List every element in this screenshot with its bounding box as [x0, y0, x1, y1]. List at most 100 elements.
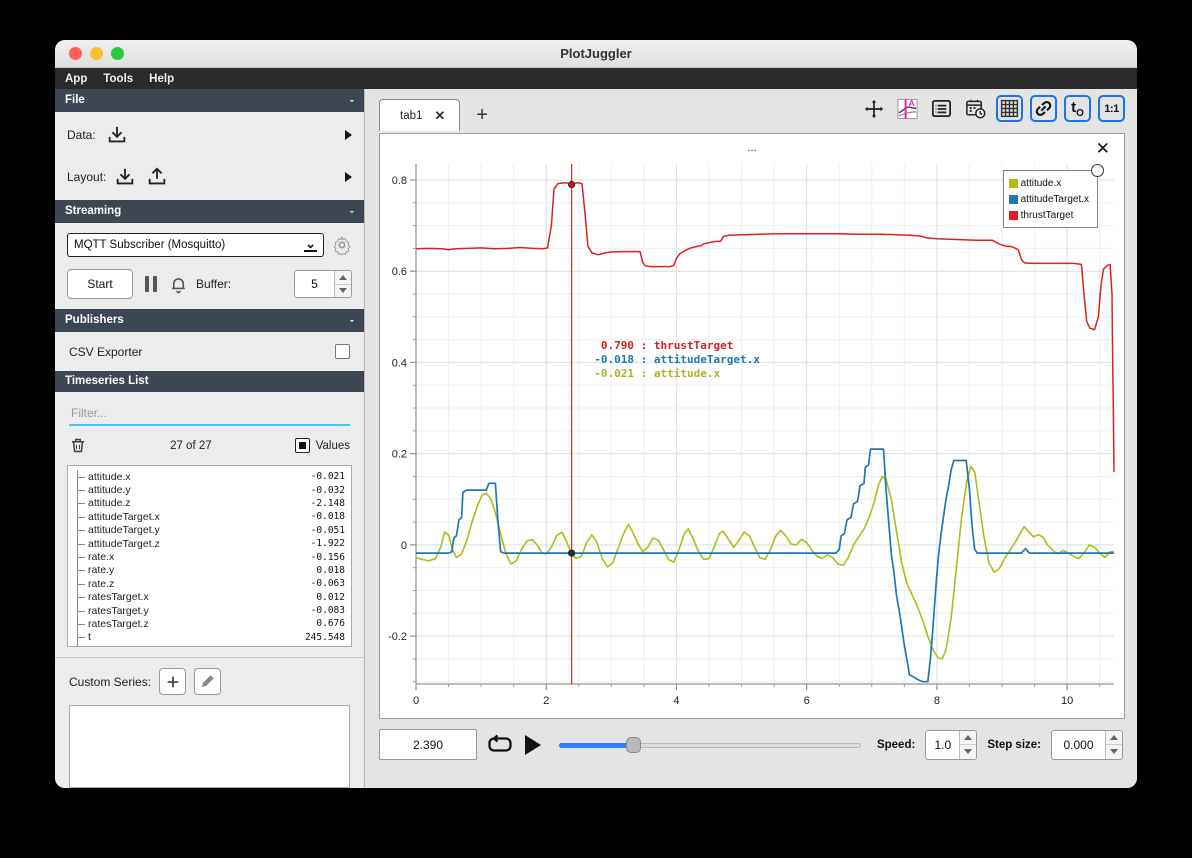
pause-icon[interactable] — [145, 276, 157, 292]
streaming-settings-gear-icon[interactable] — [332, 235, 352, 255]
plotjuggler-window: PlotJuggler App Tools Help File - Data: — [55, 40, 1137, 788]
series-value: -0.083 — [310, 605, 345, 617]
edit-curves-icon[interactable]: A — [894, 95, 921, 122]
menu-app[interactable]: App — [65, 73, 87, 85]
load-data-icon[interactable] — [106, 124, 128, 146]
timeseries-list[interactable]: attitude.x -0.021 attitude.y -0.032 attitude… — [67, 465, 352, 648]
add-tab-button[interactable]: + — [476, 104, 488, 127]
tab-tab1[interactable]: tab1 ✕ — [379, 99, 461, 131]
series-value: 0.676 — [316, 618, 345, 630]
list-view-icon[interactable] — [928, 95, 955, 122]
save-layout-icon[interactable] — [146, 166, 168, 188]
streaming-section-header[interactable]: Streaming - — [55, 200, 364, 223]
plot-close-icon[interactable]: ✕ — [1096, 140, 1110, 157]
collapse-icon[interactable]: - — [350, 313, 354, 327]
timeseries-row[interactable]: rate.x -0.156 — [72, 550, 345, 565]
plot-legend[interactable]: attitude.x attitudeTarget.x thrustTarget — [1002, 164, 1104, 228]
series-name: attitude.x — [88, 470, 131, 483]
series-value: -0.021 — [310, 471, 345, 483]
legend-entry[interactable]: attitudeTarget.x — [1008, 191, 1089, 207]
timeseries-row[interactable]: attitude.x -0.021 — [72, 470, 345, 484]
legend-entry[interactable]: thrustTarget — [1008, 207, 1089, 223]
filter-input[interactable] — [69, 402, 350, 424]
svg-text:0: 0 — [401, 540, 407, 552]
tree-connector — [72, 617, 88, 632]
title-bar: PlotJuggler — [55, 40, 1137, 68]
legend-swatch — [1008, 194, 1018, 204]
menu-help[interactable]: Help — [149, 73, 174, 85]
collapse-icon[interactable]: - — [350, 93, 354, 107]
tree-connector — [72, 603, 88, 618]
slider-knob[interactable] — [626, 736, 642, 753]
delete-series-trash-icon[interactable] — [69, 436, 87, 455]
tree-connector — [72, 550, 88, 565]
values-checkbox[interactable] — [294, 438, 310, 453]
values-label: Values — [315, 439, 351, 452]
loop-icon[interactable] — [487, 733, 513, 757]
close-window-button[interactable] — [69, 47, 82, 60]
plot-widget[interactable]: ... ✕ 0 2 4 6 8 10 0.8 0.6 0.4 0.2 0 -0.2 attitude.… — [379, 133, 1125, 719]
t0-time-offset-icon[interactable]: tO — [1064, 95, 1091, 122]
load-layout-icon[interactable] — [114, 166, 136, 188]
legend-entry[interactable]: attitude.x — [1008, 175, 1089, 191]
time-slider[interactable] — [559, 736, 861, 754]
step-up-button[interactable] — [1106, 730, 1122, 745]
buffer-up-button[interactable] — [335, 271, 351, 285]
streaming-source-select[interactable]: MQTT Subscriber (Mosquitto) ⌄ — [67, 233, 324, 257]
notifications-bell-icon[interactable] — [169, 275, 188, 294]
timeseries-row[interactable]: t 245.548 — [72, 630, 345, 645]
legend-handle-icon[interactable] — [1091, 164, 1104, 177]
timeseries-row[interactable]: attitudeTarget.z -1.922 — [72, 536, 345, 551]
file-section-header[interactable]: File - — [55, 89, 364, 112]
timeseries-row[interactable]: ratesTarget.z 0.676 — [72, 617, 345, 632]
timeseries-row[interactable]: rate.z -0.063 — [72, 577, 345, 591]
chart-canvas[interactable]: 0 2 4 6 8 10 0.8 0.6 0.4 0.2 0 -0.2 — [384, 156, 1120, 714]
maximize-window-button[interactable] — [111, 47, 124, 60]
timeseries-row[interactable]: ratesTarget.x 0.012 — [72, 590, 345, 605]
timeseries-row[interactable]: ratesTarget.y -0.083 — [72, 603, 345, 618]
step-down-button[interactable] — [1106, 745, 1122, 759]
tab-close-icon[interactable]: ✕ — [434, 108, 445, 124]
traffic-lights — [69, 47, 124, 60]
timeseries-row[interactable]: attitude.z -2.148 — [72, 496, 345, 511]
series-value: 245.548 — [304, 631, 345, 643]
grid-layout-icon[interactable] — [996, 95, 1023, 122]
link-ranges-icon[interactable] — [1030, 95, 1057, 122]
menu-tools[interactable]: Tools — [103, 73, 133, 85]
play-button[interactable] — [525, 734, 541, 755]
series-name: attitude.y — [88, 484, 131, 497]
datetime-icon[interactable] — [962, 95, 989, 122]
screen: PlotJuggler App Tools Help File - Data: — [0, 0, 1192, 858]
tree-connector — [72, 496, 88, 511]
timeseries-row[interactable]: attitudeTarget.y -0.051 — [72, 523, 345, 538]
speed-down-button[interactable] — [960, 745, 977, 759]
publishers-section-header[interactable]: Publishers - — [55, 309, 364, 332]
custom-series-listbox[interactable] — [69, 705, 350, 788]
svg-text:8: 8 — [934, 695, 940, 707]
speed-up-button[interactable] — [960, 730, 977, 745]
layout-menu-arrow-icon[interactable] — [345, 172, 352, 182]
edit-custom-series-button[interactable] — [194, 668, 222, 696]
timeseries-row[interactable]: attitudeTarget.x -0.018 — [72, 510, 345, 524]
buffer-spinbox[interactable]: 5 — [294, 270, 352, 298]
add-custom-series-button[interactable] — [159, 668, 187, 696]
speed-spinbox[interactable]: 1.0 — [925, 729, 978, 760]
timeseries-row[interactable]: thrustTarget 0.79 — [72, 644, 345, 647]
timeseries-row[interactable]: rate.y 0.018 — [72, 563, 345, 578]
minimize-window-button[interactable] — [90, 47, 103, 60]
ratio-1-1-icon[interactable]: 1:1 — [1098, 95, 1125, 122]
buffer-down-button[interactable] — [335, 284, 351, 297]
pan-move-icon[interactable] — [860, 95, 887, 122]
custom-series-label: Custom Series: — [69, 674, 152, 689]
csv-exporter-checkbox[interactable] — [335, 344, 350, 359]
collapse-icon[interactable]: - — [350, 204, 354, 218]
tree-connector — [72, 590, 88, 605]
step-size-spinbox[interactable]: 0.000 — [1051, 729, 1123, 760]
start-button[interactable]: Start — [67, 269, 133, 299]
time-value-field[interactable]: 2.390 — [379, 729, 477, 760]
data-menu-arrow-icon[interactable] — [345, 130, 352, 140]
timeseries-section-header[interactable]: Timeseries List — [55, 371, 364, 392]
timeseries-section-title: Timeseries List — [65, 375, 149, 387]
timeseries-row[interactable]: attitude.y -0.032 — [72, 483, 345, 498]
tree-connector — [72, 510, 88, 524]
